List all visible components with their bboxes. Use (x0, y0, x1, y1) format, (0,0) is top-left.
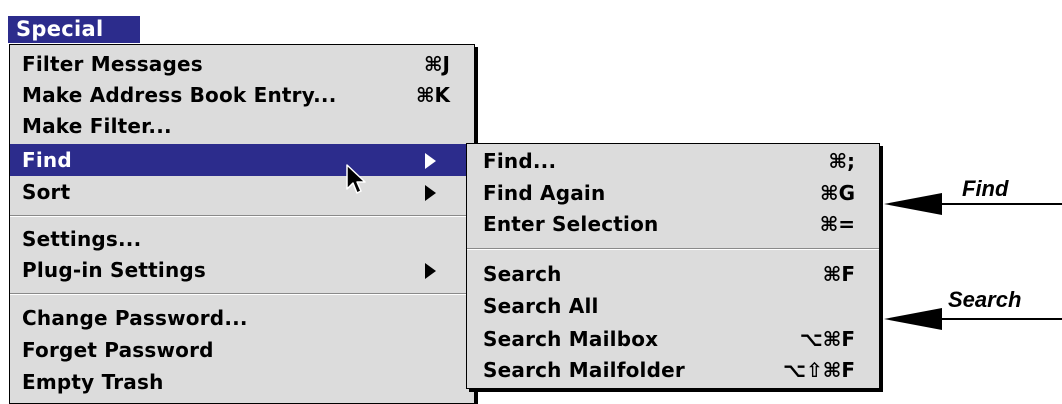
menu-item-label: Find Again (483, 181, 606, 205)
submenu-item-find-again[interactable]: Find Again ⌘G (467, 177, 879, 209)
menu-separator (10, 293, 474, 295)
submenu-arrow-icon (425, 263, 436, 279)
special-menu-title[interactable]: Special (8, 16, 140, 43)
find-submenu: Find... ⌘; Find Again ⌘G Enter Selection… (466, 143, 880, 389)
menu-item-label: Empty Trash (22, 370, 164, 394)
mouse-pointer-icon (346, 164, 366, 194)
submenu-item-search-all[interactable]: Search All (467, 290, 879, 322)
submenu-item-find[interactable]: Find... ⌘; (467, 145, 879, 177)
menu-separator (467, 248, 879, 250)
menu-item-shortcut: ⌥⇧⌘F (782, 358, 855, 382)
menu-item-label: Make Address Book Entry... (22, 83, 337, 107)
menu-item-shortcut: ⌘F (822, 262, 855, 286)
menu-item-label: Forget Password (22, 338, 214, 362)
menu-item-label: Search (483, 262, 562, 286)
submenu-item-search-mailfolder[interactable]: Search Mailfolder ⌥⇧⌘F (467, 354, 879, 386)
special-menu: Filter Messages ⌘J Make Address Book Ent… (9, 44, 475, 404)
menu-item-sort[interactable]: Sort (10, 176, 474, 208)
menu-item-label: Plug-in Settings (22, 258, 207, 282)
menu-item-label: Search All (483, 294, 599, 318)
submenu-arrow-icon (425, 153, 436, 169)
menu-item-empty-trash[interactable]: Empty Trash (10, 366, 474, 398)
menu-item-label: Enter Selection (483, 212, 659, 236)
menu-item-label: Find (22, 148, 72, 172)
menu-item-find[interactable]: Find (10, 144, 474, 176)
menu-item-shortcut: ⌘= (819, 212, 855, 236)
callout-arrow-icon (884, 308, 1062, 330)
menu-item-shortcut: ⌘; (828, 149, 855, 173)
submenu-item-search-mailbox[interactable]: Search Mailbox ⌥⌘F (467, 323, 879, 355)
submenu-item-search[interactable]: Search ⌘F (467, 258, 879, 290)
callout-arrow-icon (884, 193, 1062, 215)
menu-item-shortcut: ⌥⌘F (799, 327, 855, 351)
menu-item-shortcut: ⌘K (415, 83, 450, 107)
menu-item-make-address-book-entry[interactable]: Make Address Book Entry... ⌘K (10, 79, 474, 111)
menu-item-label: Change Password... (22, 306, 248, 330)
menu-item-shortcut: ⌘J (424, 52, 450, 76)
submenu-arrow-icon (425, 185, 436, 201)
submenu-item-enter-selection[interactable]: Enter Selection ⌘= (467, 208, 879, 240)
menu-item-make-filter[interactable]: Make Filter... (10, 110, 474, 142)
menu-item-label: Sort (22, 180, 71, 204)
menu-item-settings[interactable]: Settings... (10, 223, 474, 255)
menu-item-plug-in-settings[interactable]: Plug-in Settings (10, 254, 474, 286)
menu-item-label: Find... (483, 149, 557, 173)
menu-item-change-password[interactable]: Change Password... (10, 302, 474, 334)
menu-item-label: Search Mailfolder (483, 358, 685, 382)
menu-item-forget-password[interactable]: Forget Password (10, 334, 474, 366)
menu-item-label: Filter Messages (22, 52, 203, 76)
menu-item-filter-messages[interactable]: Filter Messages ⌘J (10, 48, 474, 80)
menu-item-label: Make Filter... (22, 114, 172, 138)
menu-item-shortcut: ⌘G (820, 181, 855, 205)
menu-item-label: Search Mailbox (483, 327, 659, 351)
menu-separator (10, 215, 474, 217)
menu-item-label: Settings... (22, 227, 142, 251)
